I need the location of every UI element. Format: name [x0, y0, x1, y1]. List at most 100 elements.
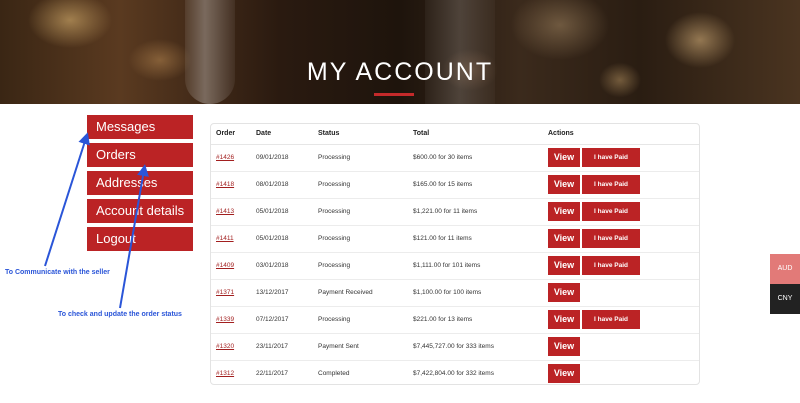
table-row: #1339 07/12/2017 Processing $221.00 for 13 …: [211, 306, 699, 334]
currency-cny-button[interactable]: CNY: [770, 284, 800, 314]
order-total-cell: $600.00 for 30 items: [408, 144, 543, 172]
annotation-orders: To check and update the order status: [58, 311, 182, 318]
order-actions-cell: View: [543, 279, 699, 307]
order-date-cell: 05/01/2018: [251, 225, 313, 253]
hero-wine-glass-second: [425, 0, 495, 104]
order-date-cell: 22/11/2017: [256, 370, 289, 378]
sidebar-item-addresses[interactable]: Addresses: [87, 171, 193, 195]
hero-wine-glass: [185, 0, 235, 104]
order-date-cell: 05/01/2018: [251, 198, 313, 226]
order-number-link[interactable]: #1413: [216, 208, 234, 215]
order-number-link[interactable]: #1339: [216, 316, 234, 323]
column-header-total: Total: [408, 124, 543, 145]
view-order-button[interactable]: View: [548, 148, 580, 167]
order-total-cell: $7,422,804.00 for 332 items: [413, 370, 494, 378]
order-number-cell: #1411: [211, 225, 251, 253]
i-have-paid-button[interactable]: I have Paid: [582, 310, 640, 329]
order-status-cell: Processing: [313, 225, 408, 253]
column-header-status: Status: [313, 124, 408, 145]
orders-table: Order Date Status Total Actions #1426 09/…: [210, 123, 700, 385]
order-number-link[interactable]: #1320: [216, 343, 234, 350]
order-date-cell: 03/01/2018: [251, 252, 313, 280]
column-header-actions: Actions: [543, 124, 699, 145]
order-status-cell: Processing: [313, 144, 408, 172]
order-total-cell: $165.00 for 15 items: [408, 171, 543, 199]
order-status-cell: Payment Received: [313, 279, 408, 307]
view-order-button[interactable]: View: [548, 337, 580, 356]
title-underline: [374, 93, 414, 96]
hero-banner: MY ACCOUNT: [0, 0, 800, 104]
order-total-cell: $1,111.00 for 101 items: [408, 252, 543, 280]
order-number-link[interactable]: #1426: [216, 154, 234, 161]
order-status-cell: Processing: [313, 171, 408, 199]
order-number-cell: #1339: [211, 306, 251, 334]
view-order-button[interactable]: View: [548, 202, 580, 221]
i-have-paid-button[interactable]: I have Paid: [582, 175, 640, 194]
order-number-cell: #1426: [211, 144, 251, 172]
table-row: #1371 13/12/2017 Payment Received $1,100.00…: [211, 279, 699, 307]
order-status-cell: Processing: [313, 252, 408, 280]
order-number-cell: #1371: [211, 279, 251, 307]
sidebar-item-logout[interactable]: Logout: [87, 227, 193, 251]
order-total-cell: $1,100.00 for 100 items: [408, 279, 543, 307]
order-number-cell: #1413: [211, 198, 251, 226]
account-sidebar: Messages Orders Addresses Account detail…: [87, 115, 193, 255]
column-header-date: Date: [251, 124, 313, 145]
order-number-cell: #1312: [211, 360, 251, 387]
page-title: MY ACCOUNT: [306, 58, 494, 86]
order-number-cell: #1320: [211, 333, 251, 361]
order-actions-cell: View I have Paid: [543, 306, 699, 334]
order-total-cell: $121.00 for 11 items: [408, 225, 543, 253]
order-total-cell: $7,445,727.00 for 333 items: [408, 333, 543, 361]
table-row: #1411 05/01/2018 Processing $121.00 for 11 …: [211, 225, 699, 253]
column-header-order: Order: [211, 124, 251, 145]
view-order-button[interactable]: View: [548, 256, 580, 275]
order-date-cell: 08/01/2018: [251, 171, 313, 199]
table-row: #1312 22/11/2017 Completed $7,422,804.00 fo…: [211, 360, 699, 387]
sidebar-item-account-details[interactable]: Account details: [87, 199, 193, 223]
table-row: #1409 03/01/2018 Processing $1,111.00 for 1…: [211, 252, 699, 280]
i-have-paid-button[interactable]: I have Paid: [582, 202, 640, 221]
table-row: #1418 08/01/2018 Processing $165.00 for 15 …: [211, 171, 699, 199]
i-have-paid-button[interactable]: I have Paid: [582, 229, 640, 248]
order-status-cell: Completed: [318, 370, 350, 378]
order-total-cell: $1,221.00 for 11 items: [408, 198, 543, 226]
i-have-paid-button[interactable]: I have Paid: [582, 256, 640, 275]
order-actions-cell: View I have Paid: [543, 198, 699, 226]
sidebar-item-orders[interactable]: Orders: [87, 143, 193, 167]
currency-aud-button[interactable]: AUD: [770, 254, 800, 284]
order-number-cell: #1409: [211, 252, 251, 280]
table-row: #1413 05/01/2018 Processing $1,221.00 for 1…: [211, 198, 699, 226]
order-actions-cell: View I have Paid: [543, 144, 699, 172]
order-status-cell: Processing: [313, 306, 408, 334]
order-number-link[interactable]: #1409: [216, 262, 234, 269]
order-actions-cell: View I have Paid: [543, 225, 699, 253]
view-order-button[interactable]: View: [548, 310, 580, 329]
order-number-cell: #1418: [211, 171, 251, 199]
order-date-cell: 13/12/2017: [251, 279, 313, 307]
i-have-paid-button[interactable]: I have Paid: [582, 148, 640, 167]
order-number-link[interactable]: #1418: [216, 181, 234, 188]
order-date-cell: 07/12/2017: [251, 306, 313, 334]
table-row: #1426 09/01/2018 Processing $600.00 for 30 …: [211, 144, 699, 172]
order-number-link[interactable]: #1312: [216, 370, 234, 377]
order-number-link[interactable]: #1371: [216, 289, 234, 296]
table-header-row: Order Date Status Total Actions: [211, 124, 699, 145]
order-actions-cell: View: [543, 333, 699, 361]
view-order-button[interactable]: View: [548, 283, 580, 302]
sidebar-item-messages[interactable]: Messages: [87, 115, 193, 139]
order-status-cell: Processing: [313, 198, 408, 226]
order-actions-cell: View: [543, 360, 699, 387]
table-row: #1320 23/11/2017 Payment Sent $7,445,727.00…: [211, 333, 699, 361]
order-actions-cell: View I have Paid: [543, 252, 699, 280]
messages-arrow: [44, 132, 90, 267]
view-order-button[interactable]: View: [548, 175, 580, 194]
order-total-cell: $221.00 for 13 items: [408, 306, 543, 334]
view-order-button[interactable]: View: [548, 229, 580, 248]
view-order-button[interactable]: View: [548, 364, 580, 384]
order-actions-cell: View I have Paid: [543, 171, 699, 199]
order-date-cell: 09/01/2018: [251, 144, 313, 172]
order-number-link[interactable]: #1411: [216, 235, 234, 242]
annotation-messages: To Communicate with the seller: [5, 269, 110, 276]
order-status-cell: Payment Sent: [313, 333, 408, 361]
